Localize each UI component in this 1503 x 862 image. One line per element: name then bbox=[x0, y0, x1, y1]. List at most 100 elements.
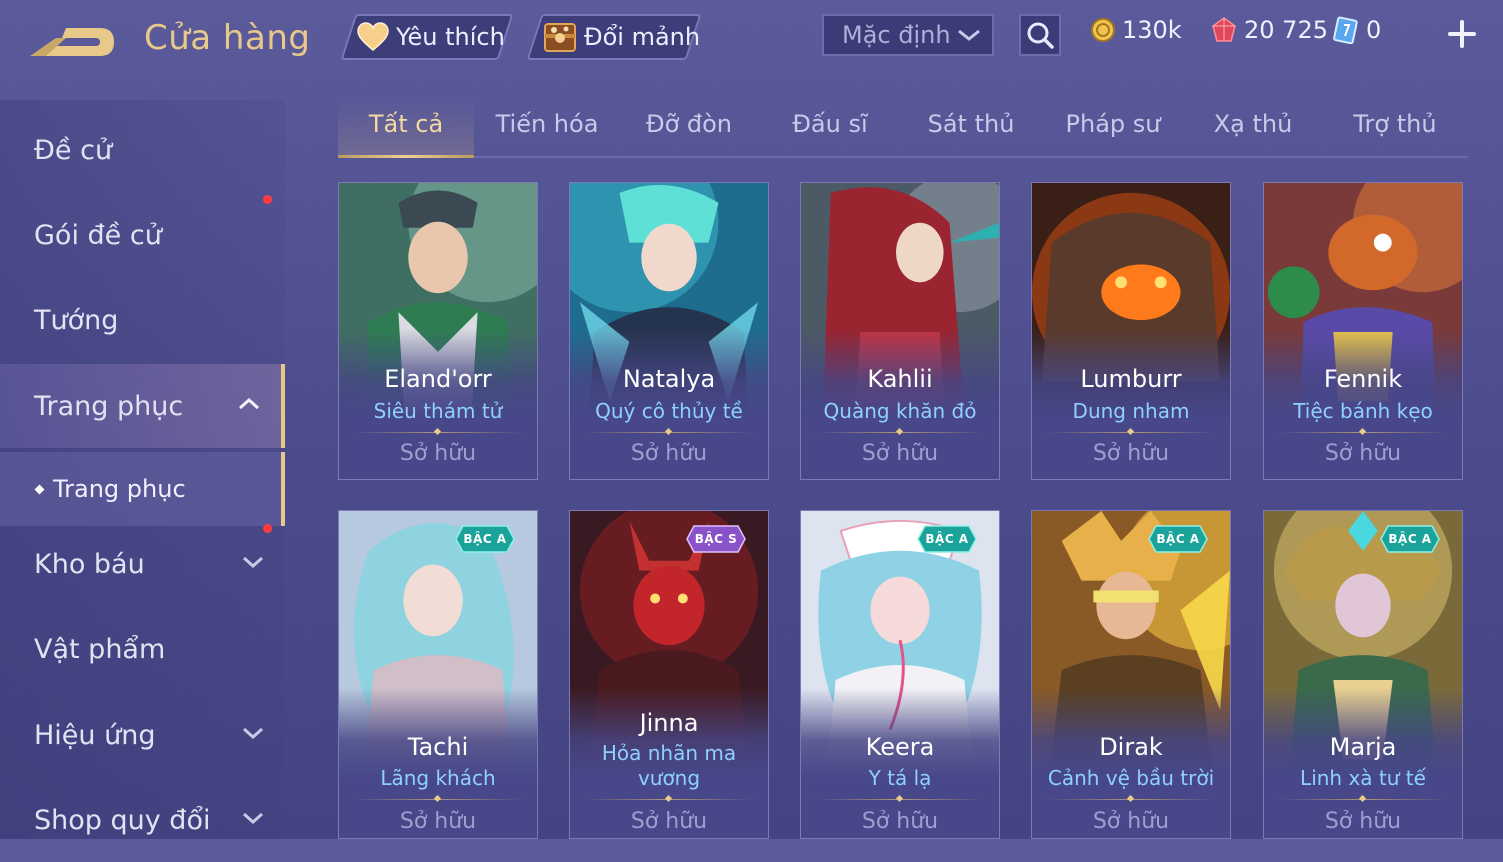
hero-name: Kahlii bbox=[867, 365, 933, 393]
sidebar-item-label: Shop quy đổi bbox=[34, 804, 211, 836]
owned-status: Sở hữu bbox=[1092, 441, 1170, 466]
ruby-amount: 20 725 bbox=[1244, 16, 1328, 44]
skin-name: Hỏa nhãn ma vương bbox=[601, 741, 737, 790]
tab-mage[interactable]: Pháp sư bbox=[1066, 110, 1161, 138]
notification-dot bbox=[263, 195, 272, 204]
skin-card[interactable]: Eland'orr Siêu thám tử Sở hữu bbox=[338, 182, 538, 480]
sidebar-item-label: Trang phục bbox=[34, 390, 184, 422]
sidebar-subitem-skins[interactable]: Trang phục bbox=[0, 452, 285, 526]
sidebar-item-exchange-shop[interactable]: Shop quy đổi bbox=[0, 778, 285, 862]
tab-support[interactable]: Trợ thủ bbox=[1353, 110, 1436, 138]
skin-card[interactable]: BẬC A Keera Y tá lạ Sở hữu bbox=[800, 510, 1000, 839]
skin-card[interactable]: BẬC A Marja Linh xà tư tế Sở hữu bbox=[1263, 510, 1463, 839]
sort-dropdown[interactable]: Mặc định bbox=[822, 14, 994, 56]
sidebar-item-label: Đề cử bbox=[34, 134, 113, 166]
tab-assassin[interactable]: Sát thủ bbox=[928, 110, 1015, 138]
gold-balance: 130k bbox=[1090, 16, 1182, 44]
skin-name: Y tá lạ bbox=[868, 766, 932, 790]
add-currency-icon[interactable] bbox=[1446, 18, 1478, 50]
skin-card[interactable]: Lumburr Dung nham Sở hữu bbox=[1031, 182, 1231, 480]
notification-dot bbox=[263, 524, 272, 533]
favorite-label: Yêu thích bbox=[396, 23, 505, 51]
sidebar: Đề cử Gói đề cử Tướng Trang phục Trang p… bbox=[0, 100, 285, 839]
treasure-chest-icon bbox=[544, 23, 576, 52]
sidebar-item-skins[interactable]: Trang phục bbox=[0, 364, 285, 448]
diamond-bullet-icon bbox=[34, 484, 45, 494]
search-icon bbox=[1027, 22, 1054, 49]
skin-card[interactable]: BẬC S Jinna Hỏa nhãn ma vương Sở hữu bbox=[569, 510, 769, 839]
sidebar-item-treasure[interactable]: Kho báu bbox=[0, 522, 285, 606]
skin-card[interactable]: Fennik Tiệc bánh kẹo Sở hữu bbox=[1263, 182, 1463, 480]
heart-icon bbox=[357, 22, 389, 51]
divider bbox=[1278, 432, 1448, 433]
back-arrow-icon[interactable] bbox=[26, 18, 118, 66]
sidebar-item-label: Gói đề cử bbox=[34, 219, 162, 251]
owned-status: Sở hữu bbox=[1324, 441, 1402, 466]
gold-coin-icon bbox=[1091, 18, 1115, 42]
ticket-balance: 0 bbox=[1332, 16, 1381, 44]
sidebar-item-recommended-packs[interactable]: Gói đề cử bbox=[0, 193, 285, 277]
tier-badge-label: BẬC A bbox=[925, 532, 969, 546]
divider bbox=[815, 799, 985, 800]
tab-all[interactable]: Tất cả bbox=[369, 110, 443, 138]
divider bbox=[815, 432, 985, 433]
owned-status: Sở hữu bbox=[861, 809, 939, 834]
hero-name: Keera bbox=[865, 733, 935, 761]
hero-name: Fennik bbox=[1323, 365, 1403, 393]
active-tab-underline bbox=[338, 155, 474, 158]
hero-name: Jinna bbox=[639, 709, 699, 737]
favorite-button[interactable]: Yêu thích bbox=[340, 14, 514, 60]
sidebar-item-label: Kho báu bbox=[34, 548, 145, 580]
divider bbox=[353, 799, 523, 800]
tab-tank[interactable]: Đỡ đòn bbox=[646, 110, 732, 138]
owned-status: Sở hữu bbox=[630, 809, 708, 834]
skin-card[interactable]: BẬC A Tachi Lãng khách Sở hữu bbox=[338, 510, 538, 839]
ticket-amount: 0 bbox=[1366, 16, 1382, 44]
sidebar-item-label: Vật phẩm bbox=[34, 633, 166, 665]
divider bbox=[584, 432, 754, 433]
sort-value: Mặc định bbox=[842, 21, 951, 49]
tab-evolution[interactable]: Tiến hóa bbox=[496, 110, 599, 138]
chevron-down-icon bbox=[958, 29, 980, 41]
sidebar-item-recommended[interactable]: Đề cử bbox=[0, 108, 285, 192]
voucher-icon bbox=[1333, 16, 1358, 44]
hero-name: Lumburr bbox=[1080, 365, 1182, 393]
gold-amount: 130k bbox=[1122, 16, 1182, 44]
owned-status: Sở hữu bbox=[399, 441, 477, 466]
chevron-down-icon bbox=[243, 727, 263, 740]
skin-card[interactable]: Kahlii Quàng khăn đỏ Sở hữu bbox=[800, 182, 1000, 480]
hero-name: Tachi bbox=[407, 733, 469, 761]
skin-name: Quý cô thủy tề bbox=[595, 399, 743, 423]
hero-name: Eland'orr bbox=[384, 365, 492, 393]
owned-status: Sở hữu bbox=[1092, 809, 1170, 834]
skin-name: Siêu thám tử bbox=[373, 399, 503, 423]
tier-badge-label: BẬC A bbox=[463, 532, 507, 546]
skin-name: Linh xà tư tế bbox=[1300, 766, 1426, 790]
skin-card[interactable]: BẬC A Dirak Cảnh vệ bầu trời Sở hữu bbox=[1031, 510, 1231, 839]
tab-fighter[interactable]: Đấu sĩ bbox=[792, 110, 867, 138]
chevron-up-icon bbox=[239, 397, 259, 410]
exchange-shard-button[interactable]: Đổi mảnh bbox=[526, 14, 702, 60]
hero-name: Dirak bbox=[1099, 733, 1163, 761]
tier-badge-label: BẬC S bbox=[694, 532, 738, 546]
tier-badge-label: BẬC A bbox=[1388, 532, 1432, 546]
skin-name: Dung nham bbox=[1072, 399, 1190, 423]
search-button[interactable] bbox=[1019, 14, 1061, 56]
sidebar-item-label: Tướng bbox=[34, 304, 119, 336]
hero-name: Natalya bbox=[622, 365, 716, 393]
skin-name: Quàng khăn đỏ bbox=[823, 399, 977, 423]
divider bbox=[1278, 799, 1448, 800]
page-title: Cửa hàng bbox=[144, 18, 311, 58]
chevron-down-icon bbox=[243, 812, 263, 825]
sidebar-item-items[interactable]: Vật phẩm bbox=[0, 607, 285, 691]
divider bbox=[1046, 432, 1216, 433]
sidebar-item-label: Hiệu ứng bbox=[34, 719, 156, 751]
skin-name: Lãng khách bbox=[380, 766, 496, 790]
divider bbox=[353, 432, 523, 433]
divider bbox=[584, 799, 754, 800]
sidebar-item-heroes[interactable]: Tướng bbox=[0, 278, 285, 362]
tab-marksman[interactable]: Xạ thủ bbox=[1214, 110, 1293, 138]
sidebar-item-effects[interactable]: Hiệu ứng bbox=[0, 693, 285, 777]
skin-card[interactable]: Natalya Quý cô thủy tề Sở hữu bbox=[569, 182, 769, 480]
skin-name: Tiệc bánh kẹo bbox=[1293, 399, 1433, 423]
